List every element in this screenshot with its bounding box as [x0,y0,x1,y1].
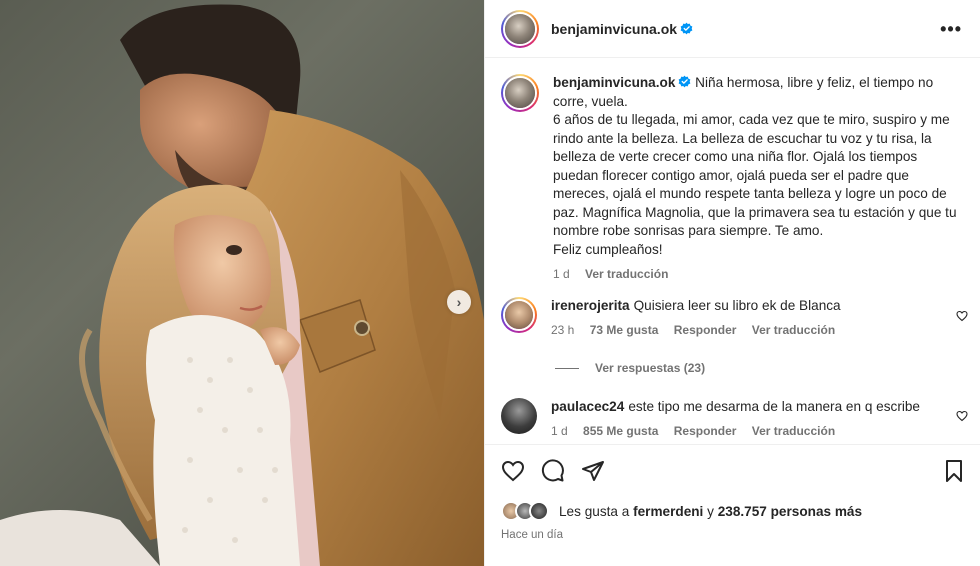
post-details-panel: benjaminvicuna.ok ••• benjaminvicuna.ok … [484,0,980,566]
comment-avatar[interactable] [501,297,537,333]
more-options-icon[interactable]: ••• [940,20,962,38]
reply-button[interactable]: Responder [674,424,737,438]
comment-text: Quisiera leer su libro ek de Blanca [633,298,841,313]
comment-username[interactable]: paulacec24 [551,399,624,414]
replies-divider-line [555,367,579,369]
likes-prefix: Les gusta a [559,503,630,519]
likes-connector: y [707,503,714,519]
likes-others-count[interactable]: 238.757 personas más [718,504,862,519]
comment-like-heart-icon[interactable] [956,410,968,422]
chevron-right-icon: › [456,294,462,310]
caption-translate-link[interactable]: Ver traducción [585,267,668,281]
comment-translate-link[interactable]: Ver traducción [752,424,835,438]
action-icons-row [501,459,966,485]
comment-avatar[interactable] [501,398,537,434]
comments-area[interactable]: benjaminvicuna.ok Niña hermosa, libre y … [485,58,980,444]
verified-badge-icon [680,22,693,35]
caption-avatar-image [505,78,535,108]
likes-summary: Les gusta a fermerdeni y 238.757 persona… [501,501,862,521]
author-avatar-image [505,13,535,44]
reply-button[interactable]: Responder [674,323,737,337]
comment-age: 23 h [551,323,575,337]
post-header: benjaminvicuna.ok ••• [485,0,980,58]
post-photo[interactable]: › [0,0,484,566]
post-actions: Les gusta a fermerdeni y 238.757 persona… [485,444,980,566]
comment-likes-count[interactable]: 73 Me gusta [590,323,659,337]
post-timestamp[interactable]: Hace un día [501,529,563,541]
post-caption: benjaminvicuna.ok Niña hermosa, libre y … [501,74,963,281]
comment-text-block: irenerojerita Quisiera leer su libro ek d… [551,297,951,315]
view-replies-button[interactable]: Ver respuestas (23) [555,361,705,375]
caption-text: Niña hermosa, libre y feliz, el tiempo n… [553,75,957,257]
comment-username[interactable]: irenerojerita [551,298,630,313]
caption-meta: 1 d Ver traducción [553,267,963,281]
liker-username[interactable]: fermerdeni [633,504,703,519]
caption-text-block: benjaminvicuna.ok Niña hermosa, libre y … [553,74,963,259]
heart-icon[interactable] [501,459,525,483]
comment-like-heart-icon[interactable] [956,310,968,322]
comment-item: paulacec24 este tipo me desarma de la man… [501,398,951,438]
caption-avatar[interactable] [501,74,539,112]
next-image-button[interactable]: › [447,290,471,314]
comment-likes-count[interactable]: 855 Me gusta [583,424,658,438]
comment-translate-link[interactable]: Ver traducción [752,323,835,337]
author-username[interactable]: benjaminvicuna.ok [551,21,677,37]
bookmark-icon[interactable] [942,459,966,483]
share-icon[interactable] [581,459,605,483]
comment-item: irenerojerita Quisiera leer su libro ek d… [501,297,951,337]
comment-meta: 23 h 73 Me gusta Responder Ver traducció… [551,323,951,337]
comment-meta: 1 d 855 Me gusta Responder Ver traducció… [551,424,951,438]
comment-text: este tipo me desarma de la manera en q e… [628,399,920,414]
comment-avatar-image [505,301,533,329]
photo-illustration [0,4,484,566]
comment-icon[interactable] [541,459,565,483]
comment-text-block: paulacec24 este tipo me desarma de la man… [551,398,951,416]
likers-avatars[interactable] [501,501,553,521]
caption-username[interactable]: benjaminvicuna.ok [553,75,675,90]
verified-badge-icon [679,75,691,88]
view-replies-label: Ver respuestas (23) [595,361,706,375]
caption-age: 1 d [553,267,570,281]
author-avatar[interactable] [501,9,539,48]
post-view: › benjaminvicuna.ok ••• benjaminvicuna.o… [0,0,980,566]
liker-avatar [529,501,549,521]
comment-avatar-image [501,398,537,434]
comment-age: 1 d [551,424,568,438]
